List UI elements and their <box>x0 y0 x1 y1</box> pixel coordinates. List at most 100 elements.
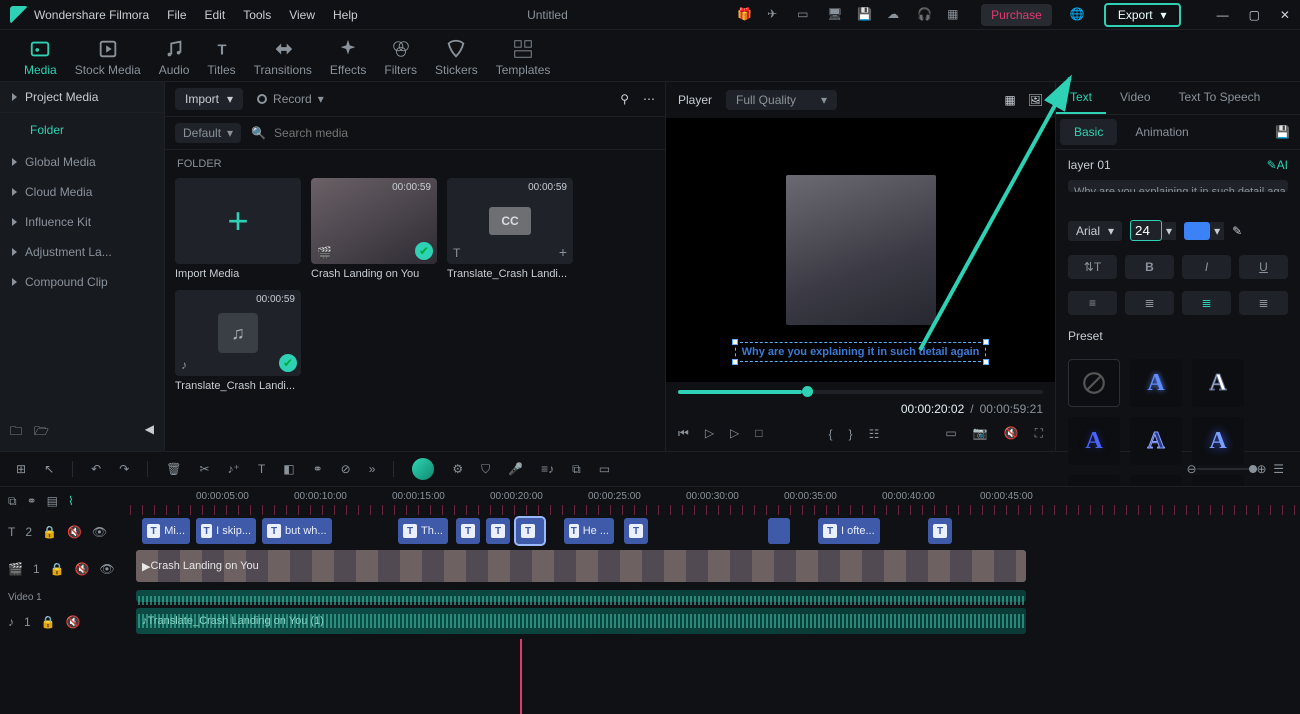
eyedropper-icon[interactable]: ✎ <box>1232 224 1242 238</box>
audio-clip[interactable]: ♪ Translate_Crash Landing on You (1) <box>136 608 1026 634</box>
zoom-slider[interactable] <box>1197 468 1257 470</box>
purchase-button[interactable]: Purchase <box>981 4 1052 26</box>
ribbon-filters[interactable]: Filters <box>384 38 417 77</box>
text-clip[interactable]: T <box>486 518 510 544</box>
subtab-animation[interactable]: Animation <box>1121 119 1202 145</box>
globe-icon[interactable]: 🌐 <box>1070 7 1086 23</box>
grid-icon[interactable]: ▦ <box>1004 93 1015 107</box>
link-icon[interactable]: ⚭ <box>313 462 323 476</box>
undo-icon[interactable]: ↶ <box>91 462 101 476</box>
text-clip[interactable]: T <box>928 518 952 544</box>
play-icon[interactable]: ▷ <box>705 426 714 441</box>
eye-icon[interactable]: 👁 <box>100 562 115 576</box>
headset-icon[interactable]: 🎧 <box>917 7 933 23</box>
menu-edit[interactable]: Edit <box>205 8 226 22</box>
marker-group-icon[interactable]: ▤ <box>47 494 58 509</box>
gift-icon[interactable]: 🎁 <box>737 7 753 23</box>
delete-icon[interactable]: 🗑 <box>166 462 181 476</box>
shield-icon[interactable]: ⛉ <box>481 462 490 477</box>
stack-icon[interactable]: ⧉ <box>8 494 17 509</box>
tab-tts[interactable]: Text To Speech <box>1165 82 1275 114</box>
zoom-out-icon[interactable]: ⊖ <box>1186 462 1196 476</box>
pointer-icon[interactable]: ↖ <box>44 462 54 476</box>
cloud-icon[interactable]: ☁ <box>887 7 903 23</box>
text-content-field[interactable]: Why are you explaining it in such detail… <box>1068 180 1288 192</box>
monitor-icon[interactable]: 🖥 <box>827 7 843 23</box>
ribbon-stickers[interactable]: Stickers <box>435 38 478 77</box>
embedded-audio[interactable] <box>136 590 1026 602</box>
sidebar-cloud[interactable]: Cloud Media <box>0 177 164 207</box>
more-tools-icon[interactable]: » <box>369 462 376 476</box>
preset-outline-white[interactable]: A <box>1192 359 1244 407</box>
camera-icon[interactable]: 📷 <box>973 426 988 441</box>
menu-file[interactable]: File <box>167 8 186 22</box>
import-dropdown[interactable]: Import▾ <box>175 88 243 110</box>
mute-icon[interactable]: 🔇 <box>66 615 81 629</box>
ribbon-titles[interactable]: TTitles <box>207 38 235 77</box>
font-dropdown[interactable]: Arial▾ <box>1068 221 1122 241</box>
save-icon[interactable]: 💾 <box>857 7 873 23</box>
audio-track-lane[interactable]: ♪ Translate_Crash Landing on You (1) <box>130 605 1300 639</box>
layout-icon[interactable]: ☷ <box>869 427 880 441</box>
device-icon[interactable]: ▭ <box>797 7 813 23</box>
ribbon-stock[interactable]: Stock Media <box>75 38 141 77</box>
new-folder-icon[interactable]: 🗀 <box>10 422 22 443</box>
menu-tools[interactable]: Tools <box>243 8 271 22</box>
send-icon[interactable]: ✈ <box>767 7 783 23</box>
lock-icon[interactable]: 🔒 <box>42 525 57 539</box>
gear-icon[interactable]: ⚙ <box>452 462 463 476</box>
video-track-lane[interactable]: ▶ Crash Landing on You <box>130 549 1300 589</box>
tab-text[interactable]: Text <box>1056 82 1106 114</box>
bold-button[interactable]: B <box>1125 255 1174 279</box>
font-size-input[interactable] <box>1130 220 1162 241</box>
cut-icon[interactable]: ✂ <box>199 462 209 476</box>
thumb-video[interactable]: 00:00:59 🎬 ✔ Crash Landing on You <box>311 178 437 280</box>
underline-button[interactable]: U <box>1239 255 1288 279</box>
timeline-ruler[interactable]: 00:00:05:00 00:00:10:00 00:00:15:00 00:0… <box>130 487 1300 515</box>
selected-text-overlay[interactable]: Why are you explaining it in such detail… <box>735 342 987 362</box>
sort-default[interactable]: Default▾ <box>175 123 241 143</box>
ribbon-templates[interactable]: Templates <box>496 38 551 77</box>
redo-icon[interactable]: ↷ <box>119 462 129 476</box>
text-clip[interactable]: THe ... <box>564 518 614 544</box>
mute-icon[interactable]: 🔇 <box>1004 426 1019 441</box>
speed-icon[interactable]: ⊘ <box>341 462 351 476</box>
ribbon-effects[interactable]: Effects <box>330 38 366 77</box>
ribbon-transitions[interactable]: Transitions <box>254 38 312 77</box>
text-track-lane[interactable]: TMi... TI skip... Tbut wh... TTh... T T … <box>130 515 1300 549</box>
pip-icon[interactable]: ⧉ <box>572 462 581 477</box>
align-justify-button[interactable]: ≣ <box>1239 291 1288 315</box>
italic-button[interactable]: I <box>1182 255 1231 279</box>
text-clip-selected[interactable]: T <box>516 518 544 544</box>
apps-icon[interactable]: ⊞ <box>16 462 26 476</box>
ai-icon[interactable] <box>412 458 434 480</box>
minimize-icon[interactable]: — <box>1217 8 1229 22</box>
export-button[interactable]: Export▾ <box>1104 3 1181 27</box>
mark-in-icon[interactable]: { <box>829 427 833 441</box>
player-scrubber[interactable] <box>678 390 1043 394</box>
picture-icon[interactable]: 🖼 <box>1028 93 1043 107</box>
align-left-button[interactable]: ≡ <box>1068 291 1117 315</box>
save-preset-icon[interactable]: 💾 <box>1275 125 1290 139</box>
text-clip[interactable]: Tbut wh... <box>262 518 332 544</box>
next-icon[interactable]: ▷ <box>730 426 739 441</box>
filter-icon[interactable]: ⚲ <box>620 92 629 106</box>
sidebar-folder[interactable]: Folder <box>0 113 164 147</box>
stop-icon[interactable]: □ <box>755 426 762 441</box>
thumb-import[interactable]: + Import Media <box>175 178 301 280</box>
sidebar-influence[interactable]: Influence Kit <box>0 207 164 237</box>
collapse-icon[interactable]: ◀ <box>145 422 154 443</box>
text-clip[interactable]: TI ofte... <box>818 518 880 544</box>
title-tool-icon[interactable]: T <box>258 462 265 476</box>
thumb-audio[interactable]: 00:00:59 ♫ ♪ ✔ Translate_Crash Landi... <box>175 290 301 392</box>
record-dropdown[interactable]: Record▾ <box>257 92 324 106</box>
mute-icon[interactable]: 🔇 <box>75 562 90 576</box>
menu-view[interactable]: View <box>289 8 315 22</box>
equalizer-icon[interactable]: ≡♪ <box>541 462 554 476</box>
menu-help[interactable]: Help <box>333 8 358 22</box>
text-clip[interactable]: T <box>624 518 648 544</box>
text-clip[interactable]: TMi... <box>142 518 190 544</box>
sidebar-header[interactable]: Project Media <box>0 82 164 113</box>
vertical-text-icon[interactable]: ⇅T <box>1068 255 1117 279</box>
align-right-button[interactable]: ≣ <box>1182 291 1231 315</box>
